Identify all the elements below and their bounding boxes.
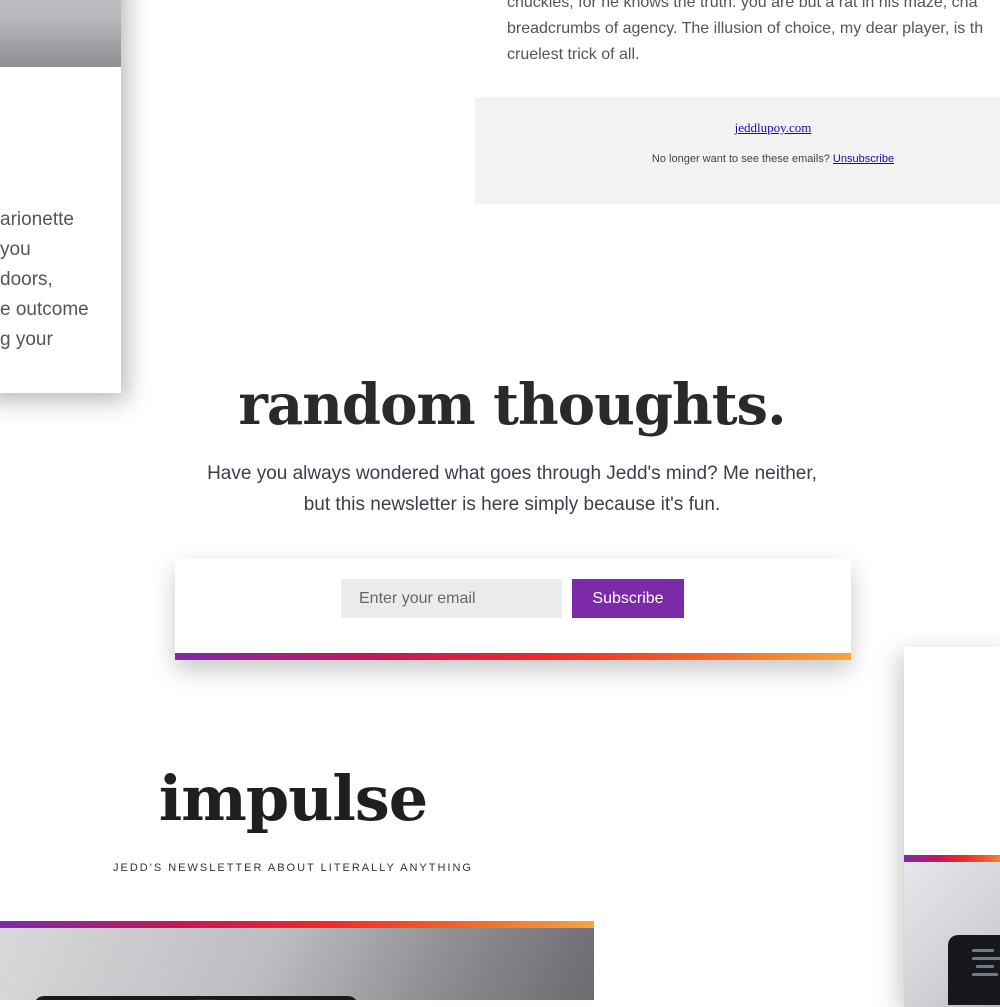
unsubscribe-link[interactable]: Unsubscribe [833,153,894,165]
excerpt-line: you [0,239,31,260]
excerpt-line: doors, [0,269,53,290]
brand-title: impulse [158,762,429,835]
laptop-screen-image [948,935,1000,1005]
email-body-text: chuckles, for he knows the truth: you ar… [507,0,1000,68]
email-footer: jeddlupoy.com No longer want to see thes… [475,97,1000,204]
article-card-top-left: arionette you doors, e outcome g your [0,0,121,393]
unsubscribe-line: No longer want to see these emails? Unsu… [475,153,1000,165]
laptop-image [34,996,358,1000]
hero-subtitle: Have you always wondered what goes throu… [0,458,1000,520]
code-line [972,973,998,976]
hero-subtitle-line: but this newsletter is here simply becau… [303,494,721,515]
banner-photo [0,928,594,1000]
excerpt-line: e outcome [0,299,89,320]
code-line [972,957,1000,960]
unsubscribe-prompt: No longer want to see these emails? [651,153,830,165]
newsletter-banner [0,921,594,1000]
code-line [976,965,994,968]
gradient-divider [0,921,594,928]
subscribe-form: Subscribe [341,579,684,618]
gradient-divider [175,653,851,660]
email-body-line: chuckles, for he knows the truth: you ar… [507,0,978,11]
subscribe-button[interactable]: Subscribe [572,579,684,618]
subscribe-card: Subscribe [175,559,851,660]
excerpt-line: arionette [0,209,74,230]
email-input[interactable] [341,579,562,618]
brand-tagline: JEDD'S NEWSLETTER ABOUT LITERALLY ANYTHI… [113,862,473,874]
excerpt-line: g your [0,329,53,350]
hero-title: random thoughts. [238,372,786,438]
email-body-line: cruelest trick of all. [507,46,640,63]
site-link[interactable]: jeddlupoy.com [475,120,1000,136]
hero-subtitle-line: Have you always wondered what goes throu… [207,463,817,484]
article-photo [0,0,121,67]
code-line [972,949,994,952]
email-body-line: breadcrumbs of agency. The illusion of c… [507,20,984,37]
gradient-divider [904,855,1000,862]
article-excerpt: arionette you doors, e outcome g your [0,205,121,355]
email-preview-card: chuckles, for he knows the truth: you ar… [475,0,1000,204]
article-photo [904,862,1000,1007]
article-card-bottom-right [904,647,1000,1007]
